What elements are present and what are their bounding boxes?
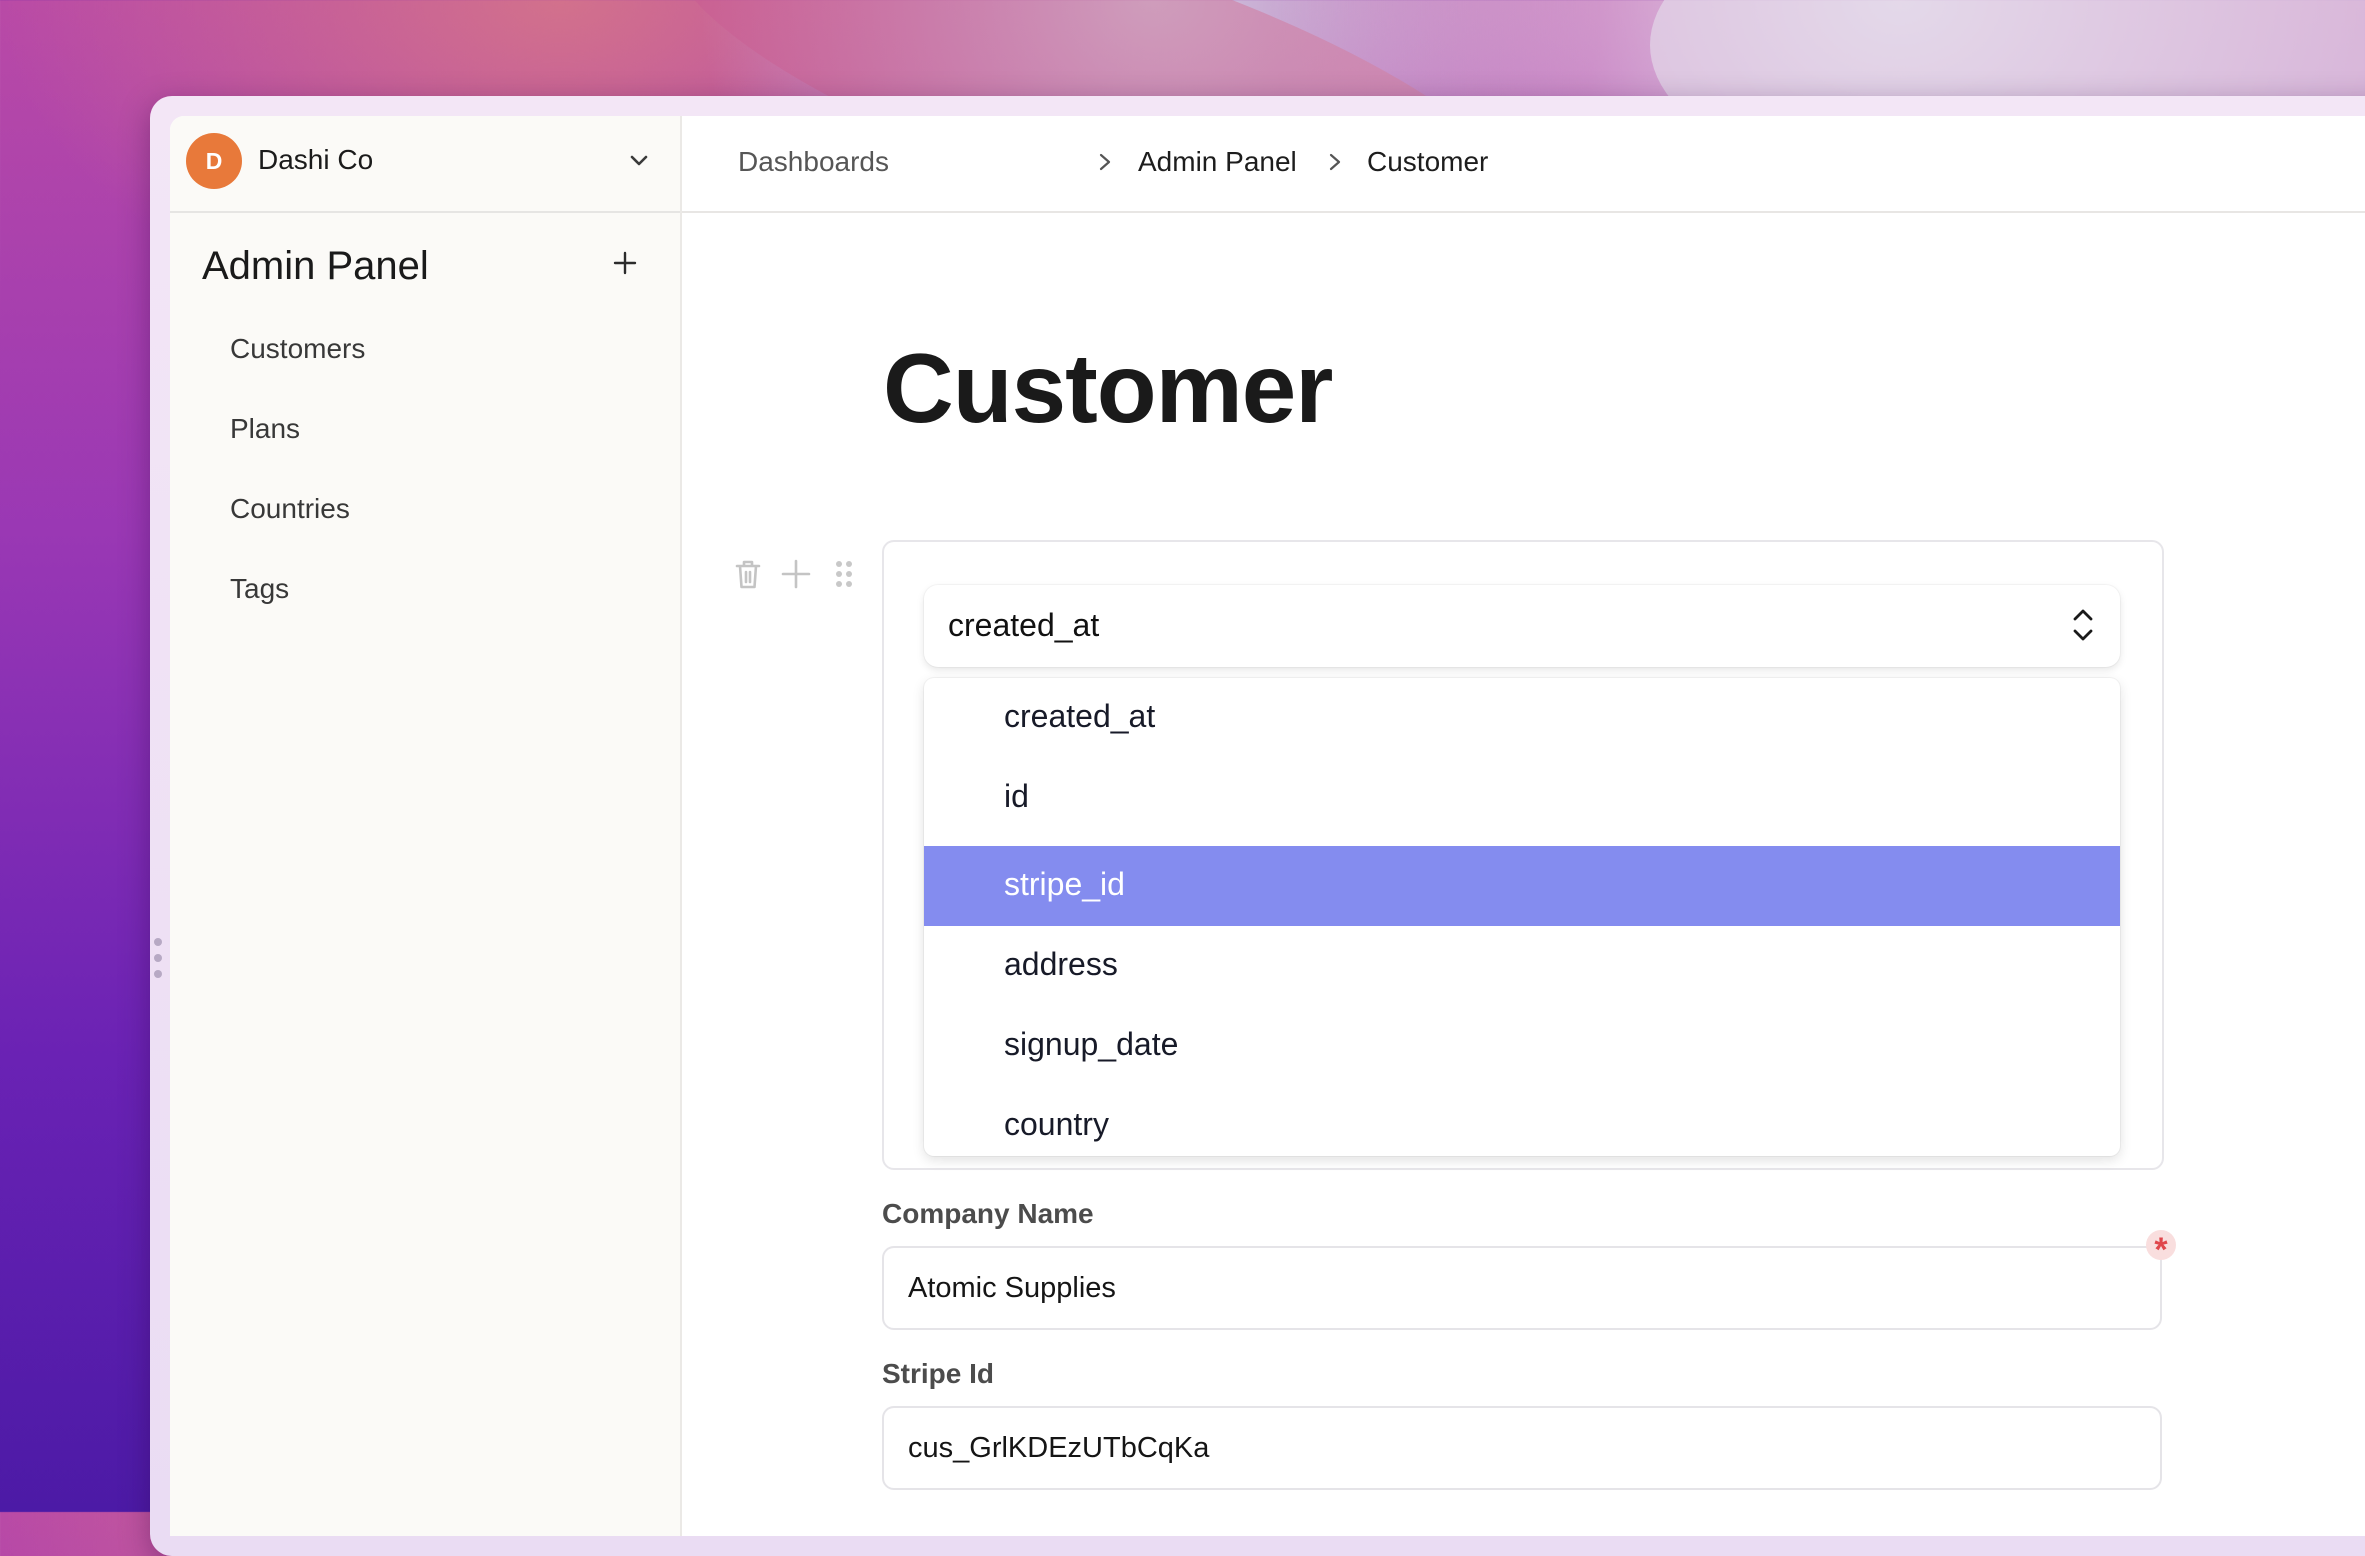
stripe-id-label: Stripe Id: [882, 1358, 995, 1389]
org-avatar: D: [186, 133, 242, 189]
column-select[interactable]: created_at: [924, 585, 2120, 667]
org-name: Dashi Co: [258, 144, 374, 175]
company-name-value: Atomic Supplies: [908, 1272, 1116, 1304]
breadcrumb: Dashboards Admin Panel Customer: [682, 116, 2365, 213]
chevron-up-down-icon: [2073, 609, 2093, 641]
sidebar-item-plans[interactable]: Plans: [230, 413, 300, 445]
option-stripe-id[interactable]: stripe_id: [924, 846, 2120, 926]
add-page-button[interactable]: [610, 248, 640, 278]
required-asterisk-icon: *: [2146, 1230, 2176, 1269]
breadcrumb-dashboards[interactable]: Dashboards: [738, 146, 889, 178]
sidebar-item-customers[interactable]: Customers: [230, 333, 365, 365]
option-signup-date[interactable]: signup_date: [924, 1006, 2120, 1086]
chevron-right-icon: [1099, 153, 1111, 171]
select-dropdown: created_at id stripe_id address signup_d…: [924, 678, 2120, 1156]
drag-handle-icon[interactable]: [826, 556, 862, 592]
option-id[interactable]: id: [924, 758, 2120, 838]
sidebar: D Dashi Co Admin Panel Customers Plans C…: [170, 116, 682, 1536]
panel-title: Admin Panel: [202, 244, 429, 288]
sidebar-item-tags[interactable]: Tags: [230, 573, 289, 605]
company-name-input[interactable]: Atomic Supplies: [882, 1246, 2162, 1330]
page-title: Customer: [883, 333, 1333, 443]
app-window: D Dashi Co Admin Panel Customers Plans C…: [170, 116, 2365, 1536]
company-name-label: Company Name: [882, 1198, 1094, 1229]
sidebar-resize-handle[interactable]: [154, 938, 164, 988]
sidebar-item-countries[interactable]: Countries: [230, 493, 350, 525]
option-created-at[interactable]: created_at: [924, 678, 2120, 758]
stripe-id-input[interactable]: cus_GrlKDEzUTbCqKa: [882, 1406, 2162, 1490]
breadcrumb-customer: Customer: [1367, 146, 1489, 177]
select-value: created_at: [948, 607, 1100, 643]
option-country[interactable]: country: [924, 1086, 2120, 1156]
chevron-down-icon[interactable]: [628, 150, 650, 172]
trash-icon[interactable]: [730, 556, 766, 592]
breadcrumb-admin-panel[interactable]: Admin Panel: [1138, 146, 1297, 178]
stripe-id-value: cus_GrlKDEzUTbCqKa: [908, 1432, 1210, 1464]
plus-icon[interactable]: [778, 556, 814, 592]
chevron-right-icon: [1329, 153, 1341, 171]
org-switcher[interactable]: D Dashi Co: [170, 116, 680, 213]
option-address[interactable]: address: [924, 926, 2120, 1006]
